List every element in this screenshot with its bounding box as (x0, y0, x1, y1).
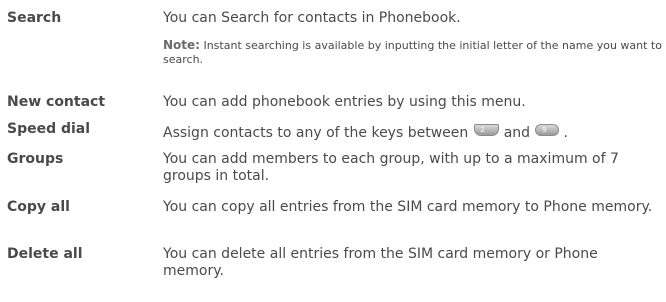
entry-description: Assign contacts to any of the keys betwe… (163, 124, 663, 142)
key-9-icon: 9 (535, 124, 560, 136)
entry-term: Groups (7, 151, 64, 167)
note-label: Note: (163, 38, 200, 52)
note-text: Instant searching is available by inputt… (163, 39, 662, 66)
speed-dial-text-before: Assign contacts to any of the keys betwe… (163, 125, 469, 141)
entry-description: You can Search for contacts in Phonebook… (163, 10, 461, 26)
entry-term: Delete all (7, 246, 83, 262)
entry-description: You can delete all entries from the SIM … (163, 246, 598, 279)
key-9-glyph: 9 (542, 126, 547, 134)
speed-dial-text-middle: and (503, 125, 531, 141)
speed-dial-text-after: . (563, 125, 568, 141)
entry-description: You can add phonebook entries by using t… (163, 94, 526, 110)
entry-term: Search (7, 10, 62, 26)
entry-description: You can copy all entries from the SIM ca… (163, 199, 653, 215)
note: Note: Instant searching is available by … (163, 38, 663, 67)
key-2-glyph: 2 (480, 126, 485, 134)
entry-term: New contact (7, 94, 106, 110)
entry-term: Copy all (7, 199, 70, 215)
entry-description: You can add members to each group, with … (163, 151, 619, 184)
key-2-icon: 2 (474, 124, 500, 136)
entry-term: Speed dial (7, 121, 91, 137)
